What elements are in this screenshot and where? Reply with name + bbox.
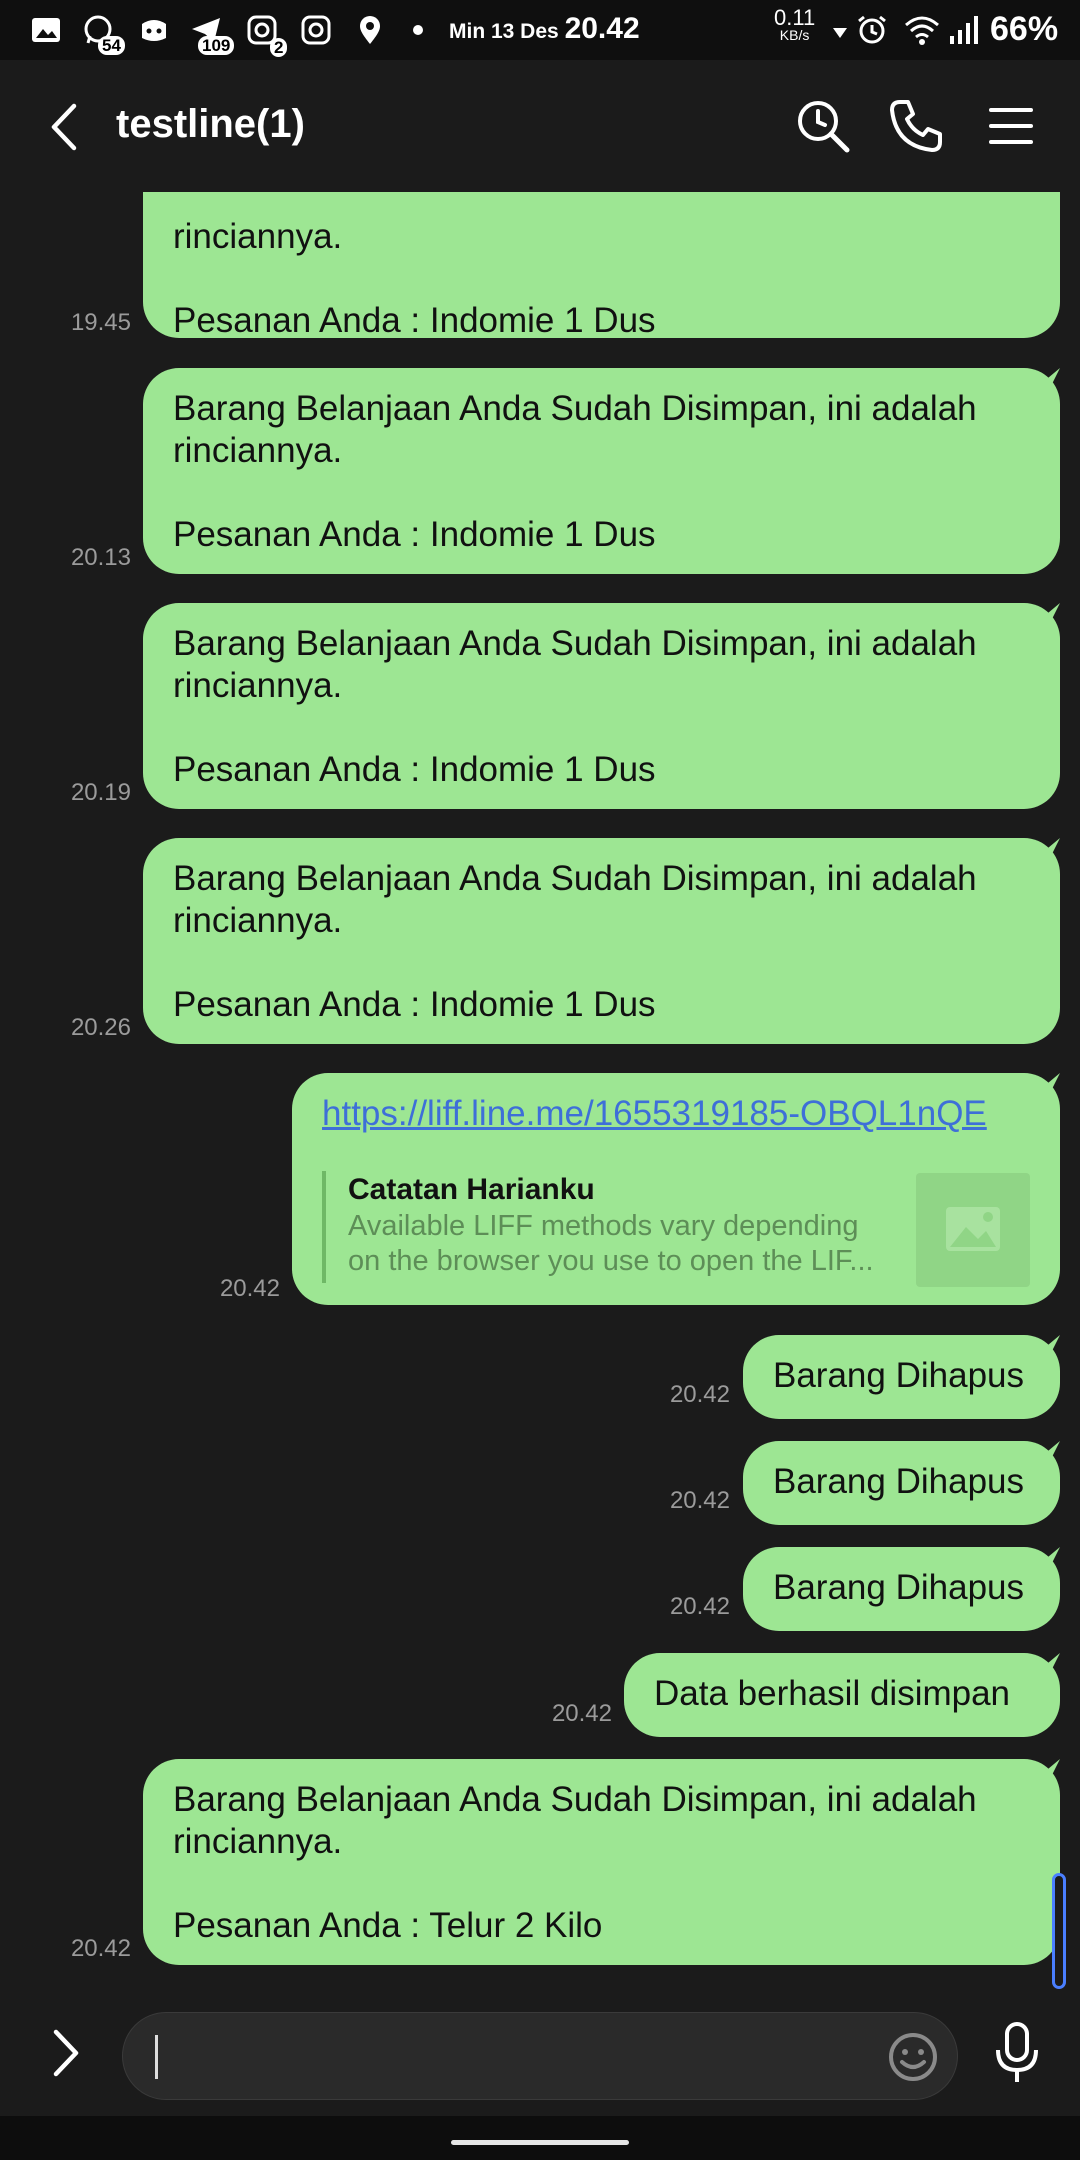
message-time: 20.19 <box>70 779 131 806</box>
net-speed-unit: KB/s <box>779 27 810 43</box>
wifi-icon <box>905 16 939 45</box>
message-text: Barang Belanjaan Anda Sudah Disimpan, in… <box>173 859 977 1024</box>
message-time: 20.42 <box>669 1381 730 1408</box>
message-time: 20.42 <box>219 1275 280 1302</box>
instagram-icon-2 <box>301 15 331 45</box>
whatsapp-badge: 54 <box>98 36 125 55</box>
message-input-container[interactable] <box>122 2012 958 2100</box>
telegram-badge: 109 <box>198 36 235 55</box>
link-preview-thumbnail <box>916 1173 1030 1287</box>
chat-screen: 54 109 2 Min 13 Des 20.42 0.11 KB/s 66% … <box>0 0 1080 2160</box>
expand-menu-button[interactable] <box>40 2026 90 2080</box>
message-time: 19.45 <box>70 309 131 336</box>
message-bubble[interactable]: Barang Dihapus <box>743 1547 1060 1631</box>
link-message-bubble[interactable]: https://liff.line.me/1655319185-OBQL1nQE… <box>292 1073 1060 1305</box>
chat-header: testline(1) <box>0 60 1080 192</box>
menu-button[interactable] <box>981 96 1041 156</box>
message-text: Barang Dihapus <box>773 1356 1024 1395</box>
back-button[interactable] <box>40 100 90 154</box>
bubble-tail <box>1036 1759 1060 1779</box>
status-date: Min 13 Des <box>449 20 559 43</box>
bubble-tail <box>1036 1073 1060 1093</box>
net-speed: 0.11 KB/s <box>774 7 815 43</box>
bubble-tail <box>1036 603 1060 623</box>
battery-level: 66% <box>990 10 1059 48</box>
input-bar <box>0 1992 1080 2116</box>
link-preview-description: on the browser you use to open the LIF..… <box>348 1245 874 1277</box>
status-bar: 54 109 2 Min 13 Des 20.42 0.11 KB/s 66% <box>0 0 1080 60</box>
message-bubble[interactable]: Barang Belanjaan Anda Sudah Disimpan, in… <box>143 838 1060 1044</box>
bubble-tail <box>1036 368 1060 388</box>
message-time: 20.42 <box>669 1487 730 1514</box>
image-placeholder-icon <box>946 1207 1000 1251</box>
data-arrow-icon <box>833 28 847 38</box>
emoji-button[interactable] <box>885 2029 941 2085</box>
message-time: 20.42 <box>669 1593 730 1620</box>
message-bubble[interactable]: Barang Dihapus <box>743 1335 1060 1419</box>
message-text: Data berhasil disimpan <box>654 1674 1011 1713</box>
bubble-tail <box>1036 1547 1060 1567</box>
gallery-icon <box>32 18 60 42</box>
signal-icon <box>950 16 978 44</box>
message-bubble[interactable]: Barang Belanjaan Anda Sudah Disimpan, in… <box>143 1759 1060 1965</box>
link-preview-description: Available LIFF methods vary depending <box>348 1210 859 1242</box>
instagram-badge: 2 <box>270 38 288 57</box>
message-time: 20.42 <box>551 1700 612 1727</box>
message-text: rinciannya. <box>173 217 343 256</box>
message-text: Barang Belanjaan Anda Sudah Disimpan, in… <box>173 1780 977 1945</box>
message-input[interactable] <box>153 2029 873 2085</box>
chat-title: testline(1) <box>116 102 305 146</box>
bubble-tail <box>1036 1653 1060 1673</box>
message-text: Barang Dihapus <box>773 1462 1024 1501</box>
message-bubble[interactable]: Barang Belanjaan Anda Sudah Disimpan, in… <box>143 603 1060 809</box>
message-list[interactable]: rinciannya. Pesanan Anda : Indomie 1 Dus… <box>0 192 1080 1992</box>
call-button[interactable] <box>886 96 946 156</box>
location-icon <box>360 16 380 44</box>
bubble-tail <box>1036 838 1060 858</box>
message-text: Pesanan Anda : Indomie 1 Dus <box>173 301 656 340</box>
link-preview[interactable]: Catatan Harianku Available LIFF methods … <box>322 1171 1012 1283</box>
message-bubble[interactable]: Barang Belanjaan Anda Sudah Disimpan, in… <box>143 368 1060 574</box>
message-time: 20.42 <box>70 1935 131 1962</box>
message-bubble[interactable]: Data berhasil disimpan <box>624 1653 1060 1737</box>
discord-icon <box>142 20 166 41</box>
message-text: Barang Dihapus <box>773 1568 1024 1607</box>
scrollbar-thumb[interactable] <box>1052 1873 1066 1989</box>
bubble-tail <box>1036 1441 1060 1461</box>
alarm-icon <box>858 15 886 44</box>
message-bubble[interactable]: rinciannya. Pesanan Anda : Indomie 1 Dus <box>143 192 1060 340</box>
system-nav-bar <box>0 2116 1080 2160</box>
bubble-tail <box>1036 1335 1060 1355</box>
message-text: Barang Belanjaan Anda Sudah Disimpan, in… <box>173 624 977 789</box>
status-datetime: Min 13 Des 20.42 <box>449 12 640 46</box>
link-preview-title: Catatan Harianku <box>348 1173 595 1206</box>
message-text: Barang Belanjaan Anda Sudah Disimpan, in… <box>173 389 977 554</box>
message-link[interactable]: https://liff.line.me/1655319185-OBQL1nQE <box>322 1093 1030 1135</box>
search-button[interactable] <box>793 96 853 156</box>
status-time: 20.42 <box>564 12 640 45</box>
dot-icon <box>413 25 423 35</box>
microphone-button[interactable] <box>992 2020 1042 2088</box>
home-gesture-bar[interactable] <box>451 2140 629 2145</box>
message-bubble[interactable]: Barang Dihapus <box>743 1441 1060 1525</box>
message-time: 20.26 <box>70 1014 131 1041</box>
message-time: 20.13 <box>70 544 131 571</box>
text-cursor <box>155 2035 158 2079</box>
